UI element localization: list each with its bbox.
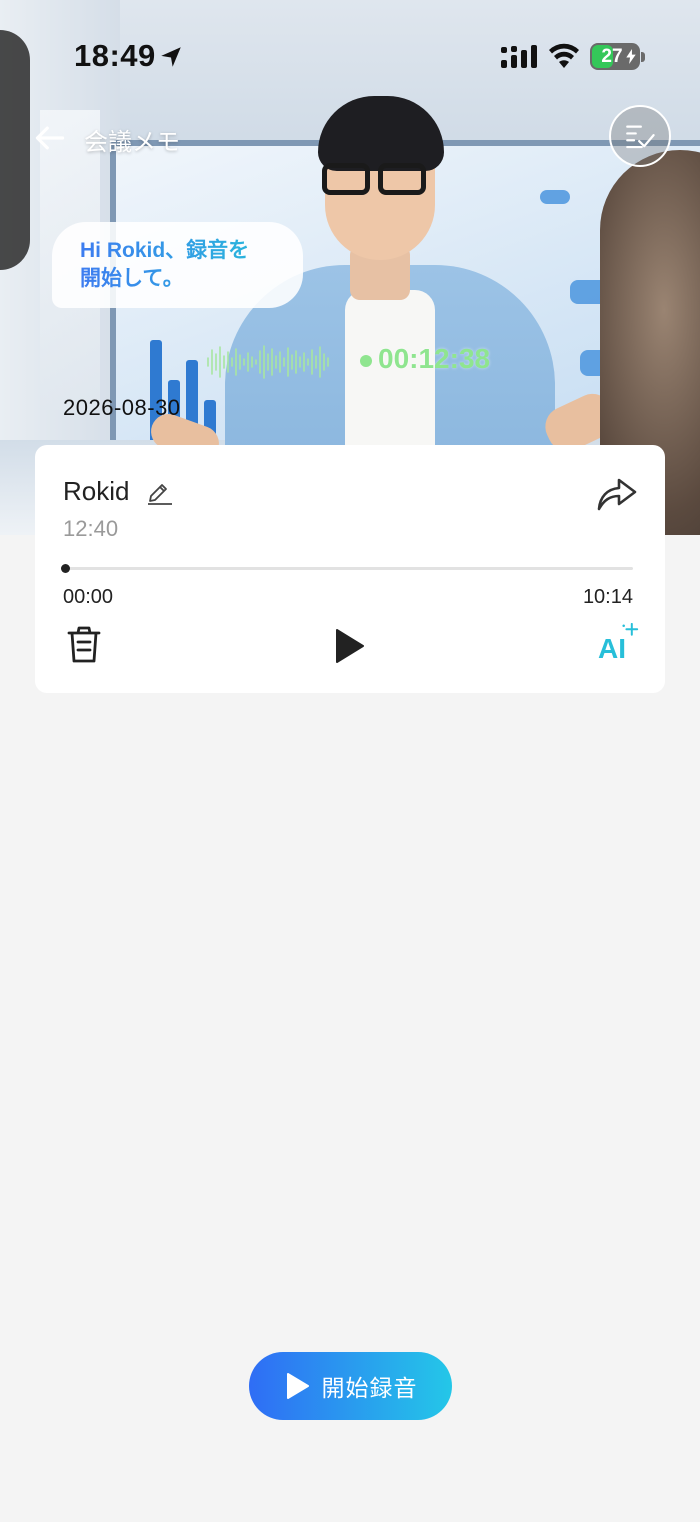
audio-waveform-icon <box>207 345 329 379</box>
page-title: 会議メモ <box>84 129 180 156</box>
play-icon[interactable] <box>331 627 367 665</box>
start-recording-button[interactable]: 開始録音 <box>249 1352 452 1420</box>
recording-date: 2026-08-30 <box>63 395 181 420</box>
voice-command-bubble: Hi Rokid、録音を 開始して。 <box>52 222 303 308</box>
playback-progress-knob[interactable] <box>61 564 70 573</box>
recording-indicator-dot <box>360 355 372 367</box>
battery-cap <box>641 52 645 62</box>
cellular-signal-icon <box>501 45 537 68</box>
playback-progress-slider[interactable] <box>61 564 633 573</box>
voice-command-line-1: Hi Rokid、録音を <box>80 237 283 265</box>
trash-icon[interactable] <box>65 625 103 665</box>
ai-summary-button[interactable]: AI <box>595 623 641 665</box>
charging-bolt-icon <box>626 49 636 64</box>
share-arrow-icon[interactable] <box>595 473 639 513</box>
battery-indicator: 27 <box>590 43 640 70</box>
wifi-icon <box>549 43 579 68</box>
edit-pencil-icon[interactable] <box>145 477 173 505</box>
back-arrow-icon <box>35 126 65 150</box>
start-recording-label: 開始録音 <box>321 1375 418 1401</box>
status-time: 18:49 <box>74 38 156 73</box>
recording-card: Rokid 12:40 00:00 10:14 AI <box>35 445 665 693</box>
location-arrow-icon <box>161 47 181 67</box>
playback-duration: 10:14 <box>582 586 633 608</box>
checklist-button[interactable] <box>609 105 671 167</box>
back-button[interactable] <box>30 118 70 158</box>
recording-timer: 00:12:38 <box>378 343 491 374</box>
sparkle-icon <box>622 623 639 636</box>
playback-position: 00:00 <box>63 586 114 608</box>
play-icon <box>286 1373 309 1399</box>
status-bar: 18:49 27 <box>0 0 700 110</box>
voice-command-line-2: 開始して。 <box>80 265 283 293</box>
recording-name: Rokid <box>63 476 130 506</box>
presenter-glasses <box>320 163 430 197</box>
recording-clock-time: 12:40 <box>63 516 119 541</box>
checklist-icon <box>626 125 655 149</box>
